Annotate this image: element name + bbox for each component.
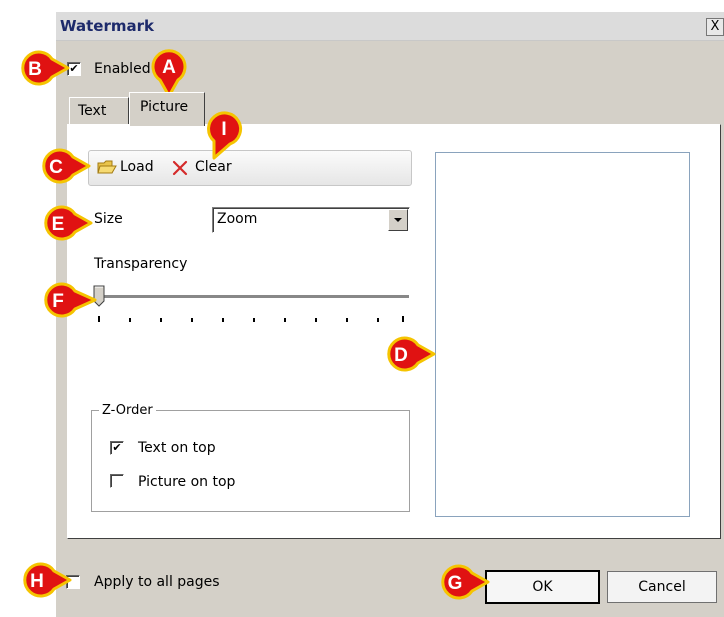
callout-g-marker: G: [441, 564, 490, 600]
callout-f-marker: F: [44, 282, 97, 318]
transparency-label: Transparency: [94, 256, 188, 272]
slider-tick: [222, 318, 224, 322]
tab-picture-label: Picture: [140, 99, 189, 115]
slider-tick: [377, 318, 379, 322]
slider-tick: [315, 318, 317, 322]
ok-button[interactable]: OK: [485, 570, 600, 604]
callout-d-marker: D: [387, 336, 436, 372]
ok-label: OK: [532, 579, 553, 595]
close-button[interactable]: X: [706, 18, 724, 36]
load-label: Load: [120, 159, 154, 175]
callout-e-marker: E: [44, 205, 93, 241]
tab-text-label: Text: [78, 103, 107, 119]
callout-g-label: G: [448, 573, 463, 594]
text-on-top-checkbox[interactable]: ✔: [110, 441, 124, 455]
slider-tick: [98, 316, 100, 322]
slider-tick: [160, 318, 162, 322]
folder-icon: [97, 160, 117, 174]
clear-x-icon: [172, 160, 188, 176]
zorder-legend: Z-Order: [99, 403, 156, 418]
callout-h-marker: H: [23, 562, 72, 598]
callout-e-label: E: [52, 214, 65, 235]
enabled-label: Enabled: [94, 61, 151, 77]
slider-tick: [129, 318, 131, 322]
callout-a-marker: A: [151, 49, 187, 98]
callout-c-marker: C: [42, 148, 91, 184]
slider-tick: [346, 318, 348, 322]
size-select-value: Zoom: [217, 211, 258, 227]
callout-b-label: B: [28, 59, 42, 80]
callout-a-label: A: [162, 57, 176, 78]
transparency-slider-track[interactable]: [98, 295, 409, 299]
slider-tick: [402, 316, 404, 322]
callout-d-label: D: [394, 345, 408, 366]
tab-text[interactable]: Text: [69, 97, 129, 124]
chevron-down-icon: [394, 218, 402, 222]
text-on-top-label: Text on top: [138, 440, 216, 456]
title-bar: Watermark X: [56, 12, 724, 41]
slider-tick: [191, 318, 193, 322]
zorder-group: [91, 410, 410, 512]
size-select[interactable]: Zoom: [212, 207, 410, 233]
callout-b-marker: B: [21, 50, 70, 86]
callout-h-label: H: [30, 571, 44, 592]
size-dropdown-button[interactable]: [388, 209, 408, 231]
cancel-label: Cancel: [638, 579, 686, 595]
tab-picture[interactable]: Picture: [129, 92, 205, 126]
picture-on-top-checkbox[interactable]: [110, 474, 124, 488]
callout-c-label: C: [49, 157, 63, 178]
picture-on-top-label: Picture on top: [138, 474, 236, 490]
callout-i-label: I: [221, 119, 226, 140]
slider-tick: [284, 318, 286, 322]
window-title: Watermark: [60, 17, 154, 35]
slider-tick: [253, 318, 255, 322]
callout-f-label: F: [52, 291, 64, 312]
size-label: Size: [94, 211, 123, 227]
cancel-button[interactable]: Cancel: [607, 571, 717, 603]
clear-label: Clear: [195, 159, 232, 175]
apply-all-pages-label: Apply to all pages: [94, 574, 220, 590]
picture-preview: [435, 152, 690, 517]
callout-i-marker: I: [207, 111, 243, 160]
